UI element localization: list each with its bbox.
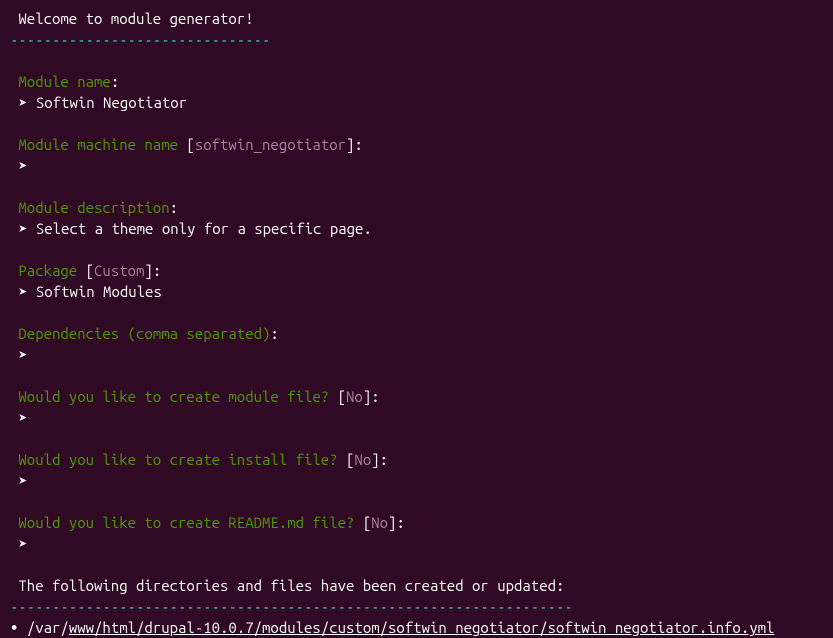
module-name-answer-line[interactable]: ➤ Softwin Negotiator: [10, 92, 823, 113]
module-name-answer: Softwin Negotiator: [36, 94, 187, 111]
package-prompt: Package [Custom]:: [10, 260, 823, 281]
blank-line: [10, 554, 823, 575]
created-file-path: www/html/drupal-10.0.7/modules/custom/so…: [69, 619, 775, 636]
blank-line: [10, 239, 823, 260]
blank-line: [10, 113, 823, 134]
description-answer-line[interactable]: ➤ Select a theme only for a specific pag…: [10, 218, 823, 239]
blank-line: [10, 50, 823, 71]
prompt-arrow-icon: ➤: [10, 470, 36, 491]
welcome-dashes: -------------------------------: [10, 29, 823, 50]
blank-line: [10, 491, 823, 512]
blank-line: [10, 302, 823, 323]
prompt-arrow-icon: ➤: [10, 155, 36, 176]
package-answer-line[interactable]: ➤ Softwin Modules: [10, 281, 823, 302]
path-prefix: /var/: [27, 619, 69, 636]
created-file-line: • /var/www/html/drupal-10.0.7/modules/cu…: [10, 617, 823, 638]
dependencies-prompt: Dependencies (comma separated):: [10, 323, 823, 344]
readme-file-default: No: [371, 514, 388, 531]
dependencies-answer-line[interactable]: ➤: [10, 344, 823, 365]
blank-line: [10, 428, 823, 449]
description-answer: Select a theme only for a specific page.: [36, 220, 372, 237]
machine-name-answer-line[interactable]: ➤: [10, 155, 823, 176]
footer-message: The following directories and files have…: [10, 575, 823, 596]
package-answer: Softwin Modules: [36, 283, 162, 300]
description-prompt: Module description:: [10, 197, 823, 218]
blank-line: [10, 365, 823, 386]
install-file-prompt: Would you like to create install file? […: [10, 449, 823, 470]
readme-file-prompt: Would you like to create README.md file?…: [10, 512, 823, 533]
footer-dashes: ----------------------------------------…: [10, 596, 823, 617]
welcome-text: Welcome to module generator!: [10, 10, 254, 27]
module-name-prompt: Module name:: [10, 71, 823, 92]
module-file-default: No: [346, 388, 363, 405]
welcome-line: Welcome to module generator!: [10, 8, 823, 29]
machine-name-prompt: Module machine name [softwin_negotiator]…: [10, 134, 823, 155]
prompt-arrow-icon: ➤: [10, 533, 36, 554]
install-file-default: No: [354, 451, 371, 468]
prompt-arrow-icon: ➤: [10, 218, 36, 239]
package-default: Custom: [94, 262, 144, 279]
prompt-arrow-icon: ➤: [10, 407, 36, 428]
install-file-answer-line[interactable]: ➤: [10, 470, 823, 491]
prompt-arrow-icon: ➤: [10, 92, 36, 113]
bullet-icon: •: [10, 619, 27, 636]
prompt-arrow-icon: ➤: [10, 281, 36, 302]
prompt-arrow-icon: ➤: [10, 344, 36, 365]
blank-line: [10, 176, 823, 197]
module-file-prompt: Would you like to create module file? [N…: [10, 386, 823, 407]
machine-name-default: softwin_negotiator: [195, 136, 346, 153]
readme-file-answer-line[interactable]: ➤: [10, 533, 823, 554]
module-file-answer-line[interactable]: ➤: [10, 407, 823, 428]
